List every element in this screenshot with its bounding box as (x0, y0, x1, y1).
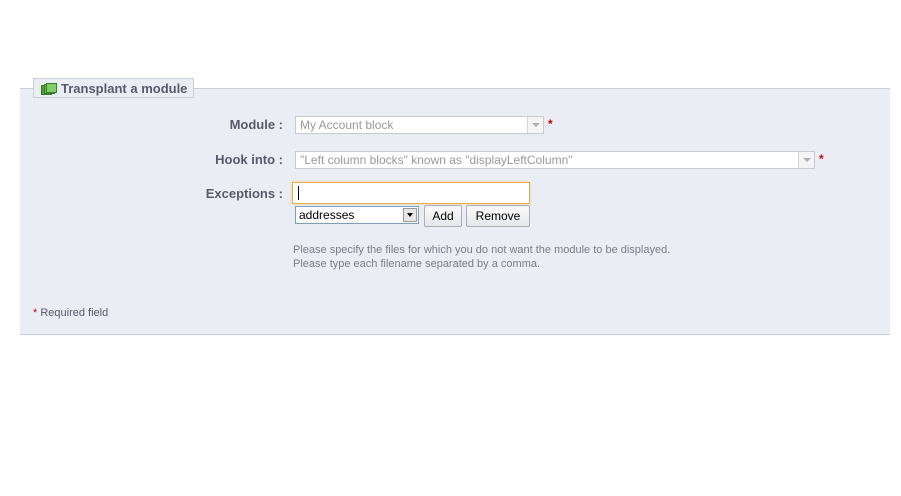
exceptions-help: Please specify the files for which you d… (293, 243, 670, 271)
required-field-note: * Required field (33, 307, 108, 319)
fieldset-legend: Transplant a module (33, 78, 195, 98)
hook-select-value: "Left column blocks" known as "displayLe… (300, 153, 573, 167)
required-star: * (33, 307, 38, 319)
legend-title: Transplant a module (61, 80, 188, 96)
chevron-down-icon[interactable] (527, 117, 543, 133)
exceptions-label: Exceptions : (205, 186, 283, 201)
exceptions-file-select[interactable]: addresses (295, 206, 419, 224)
module-select[interactable]: My Account block (295, 116, 544, 134)
remove-button[interactable]: Remove (466, 205, 530, 227)
add-button[interactable]: Add (424, 205, 462, 227)
module-label: Module : (229, 117, 283, 132)
module-select-value: My Account block (300, 118, 394, 132)
help-line-2: Please type each filename separated by a… (293, 258, 541, 270)
help-line-1: Please specify the files for which you d… (293, 244, 671, 256)
module-stack-icon (41, 82, 57, 95)
hook-required-mark: * (819, 152, 824, 166)
module-required-mark: * (548, 117, 553, 131)
chevron-down-icon[interactable] (798, 152, 814, 168)
hook-select[interactable]: "Left column blocks" known as "displayLe… (295, 151, 815, 169)
hook-label: Hook into : (215, 152, 283, 167)
exceptions-input[interactable] (292, 182, 530, 204)
text-caret (298, 186, 299, 200)
chevron-down-icon[interactable] (403, 208, 417, 222)
exceptions-file-select-value: addresses (299, 208, 355, 222)
required-note-text: Required field (40, 307, 109, 319)
